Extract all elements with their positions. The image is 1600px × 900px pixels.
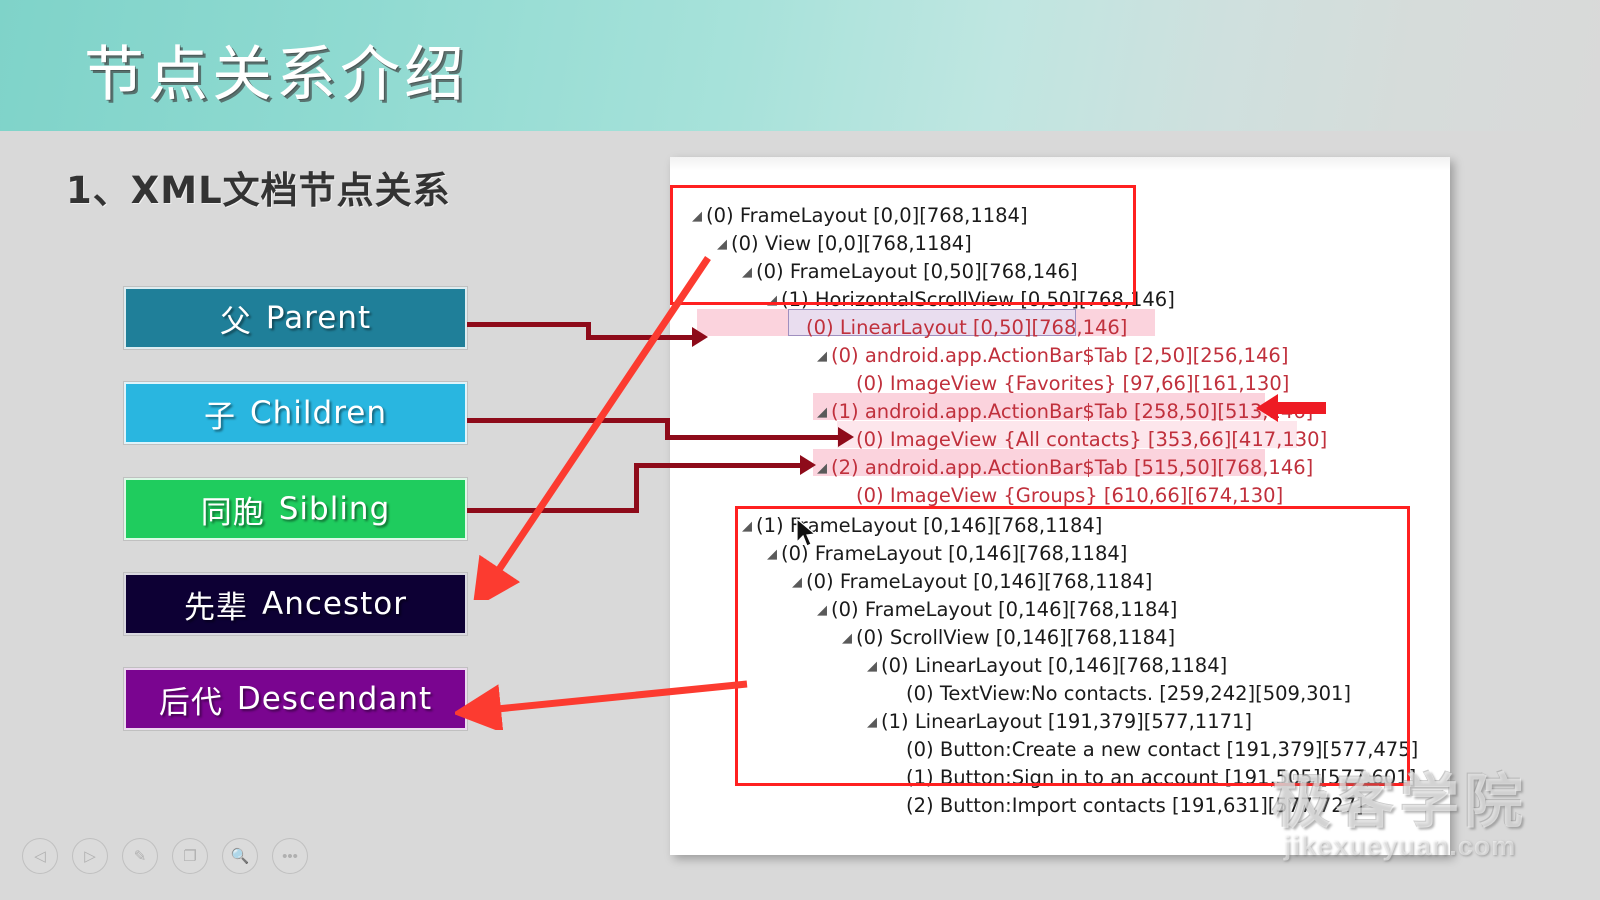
more-icon[interactable]: ••• [272, 838, 308, 874]
tree-row[interactable]: ◢ (1) android.app.ActionBar$Tab [258,50][… [817, 398, 1313, 426]
section-heading: 1、XML文档节点关系 [66, 169, 451, 212]
relation-label-en: Ancestor [262, 586, 407, 622]
tree-row[interactable]: ◢(0) LinearLayout [0,50][768,146] [792, 314, 1127, 342]
relation-label-cn: 后代 [158, 684, 223, 721]
tree-row-label: (0) android.app.ActionBar$Tab [2,50][256… [831, 344, 1289, 367]
uiautomator-tree-panel[interactable]: ◢ (0) FrameLayout [0,0][768,1184] ◢ (0) Vie… [670, 157, 1450, 855]
relation-label-en: Descendant [236, 681, 433, 717]
tree-row[interactable]: (0) ImageView {All contacts} [353,66][41… [842, 426, 1327, 454]
arrow-selected-node [1256, 394, 1326, 422]
relation-label-cn: 子 [204, 398, 236, 435]
relation-label-cn: 同胞 [200, 494, 265, 531]
tree-row[interactable]: ◢ (2) android.app.ActionBar$Tab [515,50][… [817, 454, 1313, 482]
relation-label-cn: 父 [219, 303, 252, 340]
relation-label-en: Children [250, 395, 387, 431]
tree-row-label: (2) android.app.ActionBar$Tab [515,50][7… [831, 456, 1314, 479]
annotation-rect-descendants [735, 506, 1410, 786]
relation-label-en: Sibling [278, 491, 391, 527]
title-banner: 节点关系介绍 [0, 0, 1600, 131]
tree-row[interactable]: (2) Button:Import contacts [191,631][577… [892, 792, 1364, 820]
arrowhead-sibling [800, 455, 816, 475]
tree-row-label: (0) ImageView {Groups} [610,66][674,130] [856, 484, 1284, 507]
slide-canvas: 节点关系介绍 1、XML文档节点关系 父 Parent 子 Children 同胞 Sib… [0, 0, 1600, 900]
play-icon[interactable]: ▷ [72, 838, 108, 874]
expand-triangle-icon[interactable]: ◢ [817, 455, 831, 483]
arrow-descendant [455, 680, 748, 730]
relation-box-descendant[interactable]: 后代 Descendant [124, 668, 467, 730]
tree-row-label: (0) ImageView {All contacts} [353,66][41… [856, 428, 1328, 451]
relation-label-en: Parent [265, 300, 372, 336]
tree-row-label: (0) LinearLayout [0,50][768,146] [806, 316, 1128, 339]
screen-icon[interactable]: ❐ [172, 838, 208, 874]
relation-box-children[interactable]: 子 Children [124, 382, 467, 444]
tree-row-label: (0) ImageView {Favorites} [97,66][161,13… [856, 372, 1290, 395]
page-title: 节点关系介绍 [84, 40, 468, 110]
zoom-icon[interactable]: 🔍 [222, 838, 258, 874]
pen-icon[interactable]: ✎ [122, 838, 158, 874]
relation-box-sibling[interactable]: 同胞 Sibling [124, 478, 467, 540]
tree-row[interactable]: (0) ImageView {Favorites} [97,66][161,13… [842, 370, 1289, 398]
arrowhead-children [838, 427, 854, 447]
mouse-cursor [796, 518, 817, 547]
relation-box-ancestor[interactable]: 先辈 Ancestor [124, 573, 467, 635]
arrow-ancestor [472, 256, 711, 600]
player-toolbar[interactable]: ◁ ▷ ✎ ❐ 🔍 ••• [22, 838, 308, 874]
relation-label-cn: 先辈 [184, 589, 248, 626]
tree-row[interactable]: ◢ (0) android.app.ActionBar$Tab [2,50][25… [817, 342, 1288, 370]
tree-row-label: (1) android.app.ActionBar$Tab [258,50][5… [831, 400, 1314, 423]
relation-box-parent[interactable]: 父 Parent [124, 287, 467, 349]
annotation-rect-ancestors [670, 185, 1136, 305]
previous-icon[interactable]: ◁ [22, 838, 58, 874]
expand-triangle-icon[interactable]: ◢ [817, 399, 831, 427]
tree-row-label: (2) Button:Import contacts [191,631][577… [906, 794, 1364, 817]
expand-triangle-icon[interactable]: ◢ [817, 343, 831, 371]
